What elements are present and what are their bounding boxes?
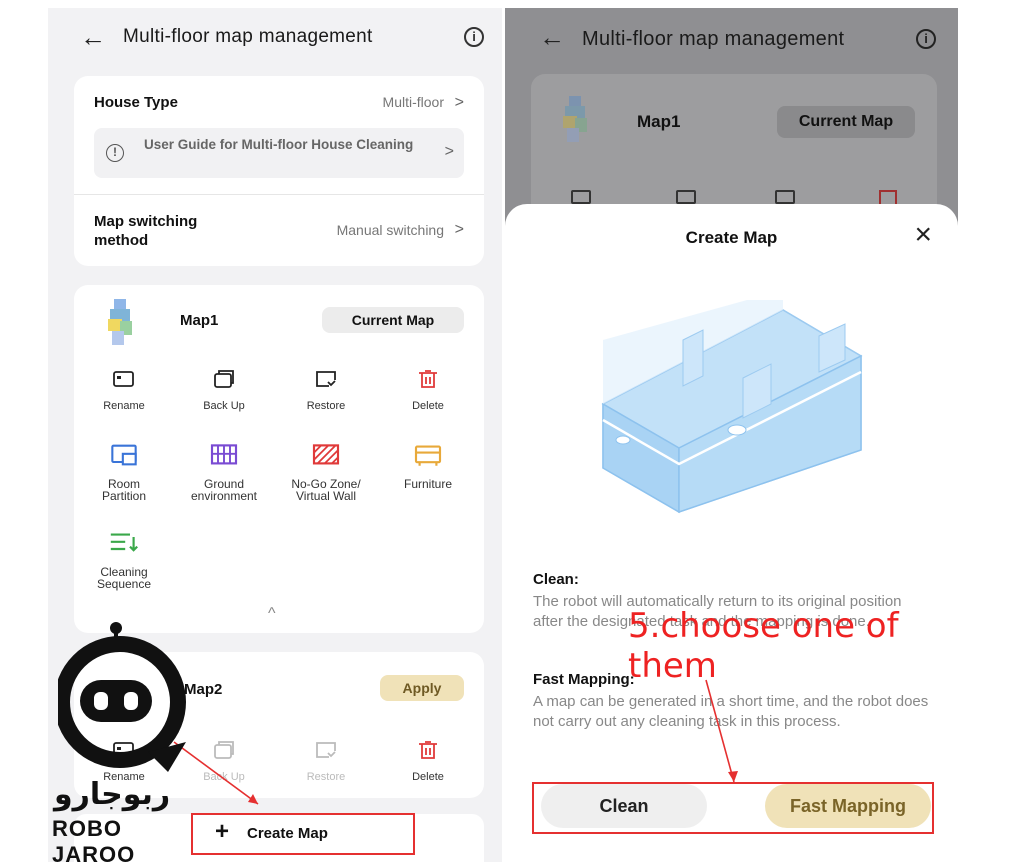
annotation-text: 5.choose one of them — [628, 606, 899, 686]
backup-icon — [214, 370, 234, 388]
feature-label: No-Go Zone/ Virtual Wall — [291, 477, 361, 503]
apply-button[interactable]: Apply — [380, 675, 464, 701]
alert-circle-icon: ! — [106, 144, 124, 162]
chevron-right-icon: > — [444, 143, 454, 160]
house-type-row[interactable]: House Type Multi-floor > — [94, 94, 464, 114]
fast-mapping-description: A map can be generated in a short time, … — [533, 693, 929, 730]
logo-persian-text: ربوجارو — [54, 777, 171, 812]
rename-icon — [571, 190, 591, 204]
house-type-label: House Type — [94, 94, 178, 111]
current-map-badge: Current Map — [322, 307, 464, 333]
page-title: Multi-floor map management — [582, 28, 845, 50]
sheet-title: Create Map — [685, 228, 778, 247]
restore-icon — [316, 742, 336, 758]
tool-label: Delete — [412, 400, 444, 412]
ground-environment-icon — [210, 444, 238, 465]
tool-label: Delete — [412, 771, 444, 783]
map-name: Map1 — [637, 112, 681, 131]
backup-button[interactable]: Back Up — [176, 369, 272, 412]
chevron-right-icon: > — [454, 94, 464, 111]
ground-environment-button[interactable]: Ground environment — [176, 443, 272, 502]
feature-label: Ground environment — [190, 477, 258, 503]
tool-label: Restore — [306, 771, 346, 783]
restore-button[interactable]: Restore — [278, 740, 374, 783]
map-switching-row[interactable]: Map switching method Manual switching > — [94, 212, 464, 252]
robot-logo-icon — [58, 622, 186, 772]
map-name: Map1 — [180, 312, 219, 329]
delete-icon — [879, 190, 897, 204]
back-arrow-icon[interactable]: ← — [80, 22, 106, 53]
backup-icon — [214, 741, 234, 759]
map-switching-label: Map switching method — [94, 213, 198, 249]
furniture-button[interactable]: Furniture — [380, 443, 476, 490]
delete-icon — [419, 370, 437, 388]
chevron-right-icon: > — [454, 221, 464, 238]
user-guide-link[interactable]: ! User Guide for Multi-floor House Clean… — [94, 128, 464, 178]
rename-icon — [113, 371, 134, 387]
collapse-icon[interactable]: ^ — [268, 605, 276, 623]
info-icon[interactable]: i — [916, 29, 936, 49]
map-thumbnail — [563, 96, 587, 142]
clean-heading: Clean: — [533, 571, 579, 588]
tool-label: Rename — [103, 400, 145, 412]
user-guide-text: User Guide for Multi-floor House Cleanin… — [144, 137, 414, 152]
room-partition-button[interactable]: Room Partition — [76, 443, 172, 502]
header: ← Multi-floor map management i — [48, 8, 502, 68]
divider — [74, 194, 484, 195]
feature-label: Room Partition — [101, 477, 147, 503]
highlight-box-create-map — [191, 813, 415, 855]
feature-label: Furniture — [403, 477, 453, 491]
feature-label: Cleaning Sequence — [96, 565, 152, 591]
no-go-zone-button[interactable]: No-Go Zone/ Virtual Wall — [274, 443, 378, 502]
info-icon[interactable]: i — [464, 27, 484, 47]
create-map-sheet: Create Map × Clean: The robot will autom… — [505, 204, 958, 862]
tool-label: Restore — [306, 400, 346, 412]
house-settings-card: House Type Multi-floor > ! User Guide fo… — [74, 76, 484, 266]
house-type-value: Multi-floor — [382, 94, 444, 110]
room-partition-icon — [111, 444, 137, 466]
right-screen: ← Multi-floor map management i Map1 Curr… — [505, 8, 958, 862]
rename-button[interactable]: Rename — [76, 369, 172, 412]
restore-button[interactable]: Restore — [278, 369, 374, 412]
delete-icon — [419, 741, 437, 759]
delete-button[interactable]: Delete — [380, 740, 476, 783]
highlight-box-options — [532, 782, 934, 834]
robojaroo-logo: ربوجارو ROBO JAROO — [48, 622, 198, 867]
logo-english-text: ROBO JAROO — [52, 816, 136, 867]
map1-card: Map1 Current Map Rename Back Up Restore … — [74, 285, 484, 633]
backup-icon — [676, 190, 696, 204]
tool-label: Back Up — [203, 400, 245, 412]
cleaning-sequence-icon — [110, 533, 138, 552]
back-arrow-icon[interactable]: ← — [539, 22, 565, 53]
current-map-badge: Current Map — [777, 106, 915, 138]
page-title: Multi-floor map management — [123, 26, 373, 47]
furniture-icon — [414, 445, 442, 466]
restore-icon — [775, 190, 795, 204]
no-go-zone-icon — [312, 444, 340, 465]
room-illustration — [601, 300, 863, 514]
close-icon[interactable]: × — [914, 218, 932, 252]
map-thumbnail — [108, 299, 132, 345]
fast-mapping-heading: Fast Mapping: — [533, 671, 635, 688]
cleaning-sequence-button[interactable]: Cleaning Sequence — [76, 531, 172, 590]
map-switching-value: Manual switching — [336, 222, 444, 238]
restore-icon — [316, 371, 336, 387]
delete-button[interactable]: Delete — [380, 369, 476, 412]
header: ← Multi-floor map management i — [505, 8, 958, 68]
